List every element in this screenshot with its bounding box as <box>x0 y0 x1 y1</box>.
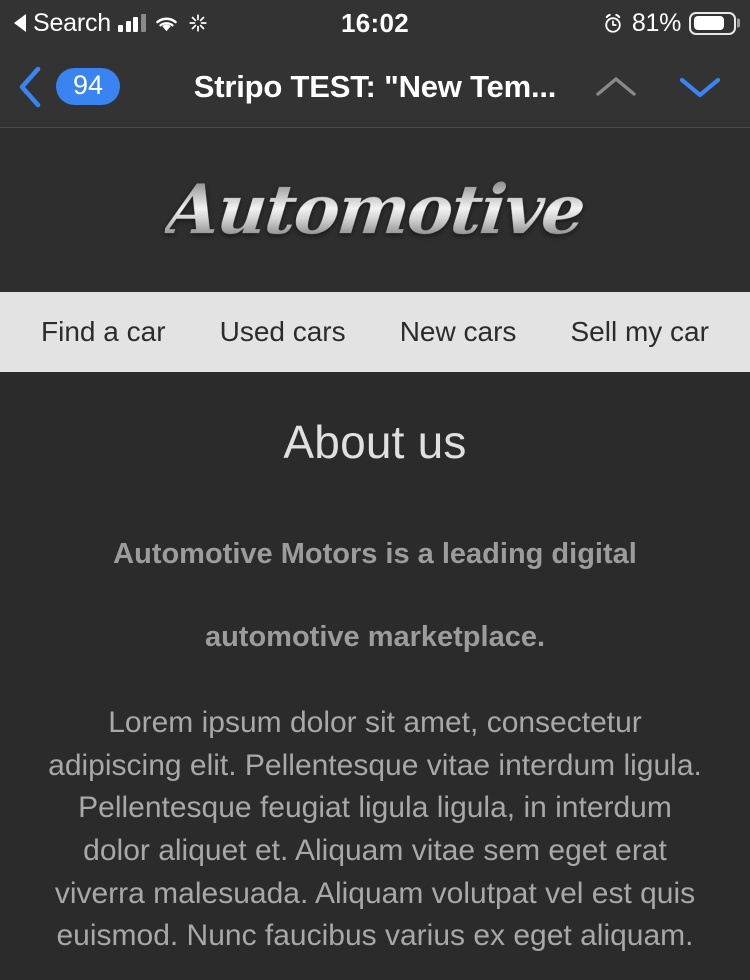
back-button[interactable]: 94 <box>0 64 120 110</box>
chevron-down-icon[interactable] <box>676 71 724 103</box>
back-triangle-icon[interactable] <box>14 14 26 32</box>
status-bar-right-group: 81% <box>602 9 750 38</box>
battery-fill <box>693 16 725 30</box>
email-subject-title: Stripo TEST: "New Tem... <box>193 68 557 104</box>
status-back-app-label[interactable]: Search <box>33 10 111 36</box>
message-nav-controls <box>592 71 750 103</box>
menu-item-used-cars[interactable]: Used cars <box>220 316 346 348</box>
automotive-logo: Automotive <box>162 170 588 250</box>
about-us-body-text: Lorem ipsum dolor sit amet, consectetur … <box>48 706 702 953</box>
unread-count-badge[interactable]: 94 <box>56 67 120 106</box>
about-us-heading: About us <box>283 416 467 468</box>
phone-screen: Search 16:02 81% 94 Stripo TEST: "New Te… <box>0 0 750 980</box>
alarm-clock-icon <box>602 12 624 35</box>
status-bar-left-group[interactable]: Search <box>0 10 209 36</box>
battery-icon <box>689 11 736 35</box>
chevron-left-icon[interactable] <box>14 64 46 110</box>
email-body: Automotive Find a car Used cars New cars… <box>0 128 750 978</box>
ios-status-bar: Search 16:02 81% <box>0 0 750 46</box>
email-brand-header: Automotive <box>0 128 750 292</box>
about-us-section: About us Automotive Motors is a leading … <box>0 372 750 978</box>
chevron-up-icon[interactable] <box>592 71 640 103</box>
email-navigation-menu: Find a car Used cars New cars Sell my ca… <box>0 292 750 372</box>
cellular-signal-icon <box>118 14 146 32</box>
activity-spinner-icon <box>187 12 209 34</box>
mail-navigation-bar: 94 Stripo TEST: "New Tem... <box>0 46 750 128</box>
menu-item-find-a-car[interactable]: Find a car <box>41 316 166 348</box>
battery-percentage-label: 81% <box>631 8 681 37</box>
menu-item-sell-my-car[interactable]: Sell my car <box>570 316 708 348</box>
about-us-lead-text: Automotive Motors is a leading digital a… <box>113 537 637 653</box>
menu-item-new-cars[interactable]: New cars <box>400 316 517 348</box>
wifi-icon <box>153 13 180 33</box>
